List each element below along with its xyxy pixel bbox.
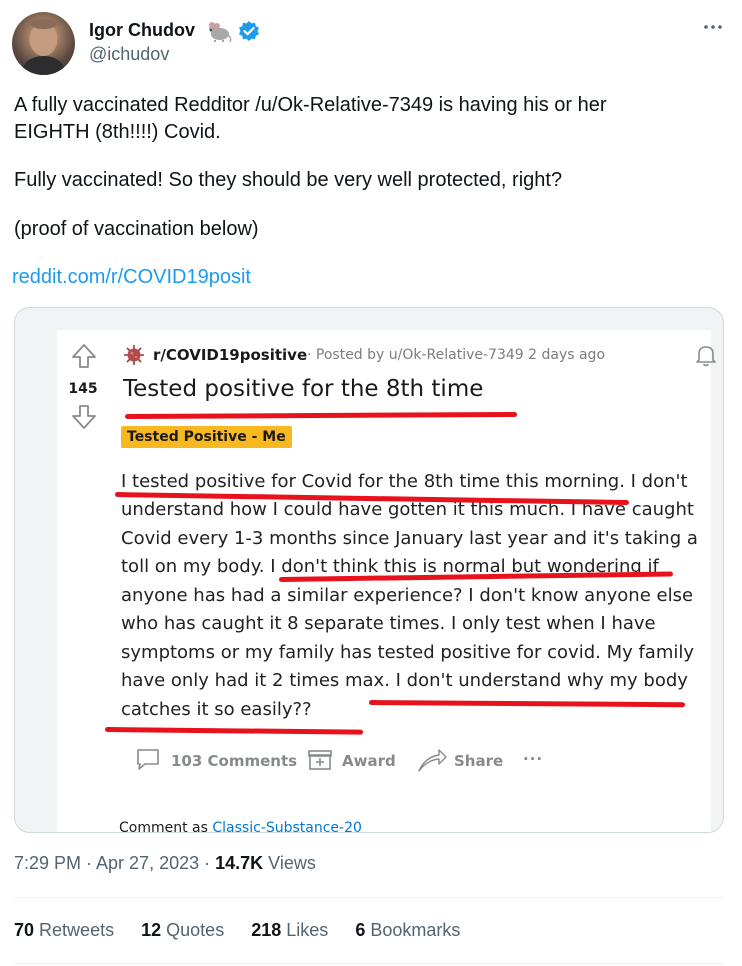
rat-icon bbox=[206, 20, 232, 44]
red-underline bbox=[124, 411, 518, 419]
post-title: Tested positive for the 8th time bbox=[123, 376, 484, 402]
comments-count: 103 Comments bbox=[171, 752, 298, 770]
post-body-line: I tested positive for Covid for the 8th … bbox=[121, 471, 688, 492]
post-body-line: have only had it 2 times max. I don't un… bbox=[121, 670, 688, 691]
award-label: Award bbox=[342, 752, 396, 770]
post-body-line: symptoms or my family has tested positiv… bbox=[121, 642, 695, 663]
reddit-post-screenshot: 145 r/COVID19positive · Posted by u/Ok-R… bbox=[57, 330, 716, 833]
retweets-stat[interactable]: 70 Retweets bbox=[14, 920, 114, 940]
more-options-icon[interactable] bbox=[700, 14, 726, 40]
subreddit-virus-icon bbox=[123, 344, 145, 366]
more-actions-icon: ··· bbox=[523, 750, 544, 768]
author-name[interactable]: Igor Chudov bbox=[89, 20, 195, 41]
post-body-line: anyone has had a similar experience? I d… bbox=[121, 585, 694, 606]
subreddit-name: r/COVID19positive bbox=[153, 346, 308, 364]
bookmarks-stat[interactable]: 6 Bookmarks bbox=[355, 920, 460, 940]
verified-badge-icon bbox=[238, 20, 260, 42]
post-body-line: catches it so easily?? bbox=[121, 699, 312, 720]
engagement-stats: 70 Retweets 12 Quotes 218 Likes 6 Bookma… bbox=[14, 920, 482, 941]
red-underline bbox=[368, 700, 686, 708]
tweet-link[interactable]: reddit.com/r/COVID19posit bbox=[12, 266, 251, 289]
award-icon bbox=[307, 746, 333, 772]
posted-by: · Posted by u/Ok-Relative-7349 2 days ag… bbox=[307, 347, 606, 363]
post-body-line: who has caught it 8 separate times. I on… bbox=[121, 613, 656, 634]
upvote-arrow-icon bbox=[71, 343, 97, 373]
share-label: Share bbox=[454, 752, 504, 770]
tweet-text-line: (proof of vaccination below) bbox=[14, 218, 259, 240]
post-flair: Tested Positive - Me bbox=[121, 426, 292, 448]
share-icon bbox=[417, 745, 447, 773]
comment-icon bbox=[135, 746, 161, 772]
tweet-timestamp[interactable]: 7:29 PM · Apr 27, 2023 · 14.7K Views bbox=[14, 853, 316, 874]
bell-icon bbox=[693, 342, 719, 368]
downvote-arrow-icon bbox=[71, 404, 97, 434]
tweet-text-line: EIGHTH (8th!!!!) Covid. bbox=[14, 121, 221, 143]
divider bbox=[14, 897, 724, 898]
likes-stat[interactable]: 218 Likes bbox=[251, 920, 328, 940]
divider bbox=[14, 963, 724, 964]
media-card[interactable]: 145 r/COVID19positive · Posted by u/Ok-R… bbox=[14, 307, 724, 833]
avatar[interactable] bbox=[12, 12, 75, 75]
post-body-line: Covid every 1-3 months since January las… bbox=[121, 528, 698, 549]
vote-count: 145 bbox=[68, 381, 98, 397]
tweet-text-line: A fully vaccinated Redditor /u/Ok-Relati… bbox=[14, 94, 607, 116]
comment-as: Comment as Classic-Substance-20 bbox=[119, 820, 362, 833]
quotes-stat[interactable]: 12 Quotes bbox=[141, 920, 224, 940]
author-handle[interactable]: @ichudov bbox=[89, 44, 169, 65]
tweet-text-line: Fully vaccinated! So they should be very… bbox=[14, 169, 563, 191]
red-underline bbox=[104, 727, 364, 735]
